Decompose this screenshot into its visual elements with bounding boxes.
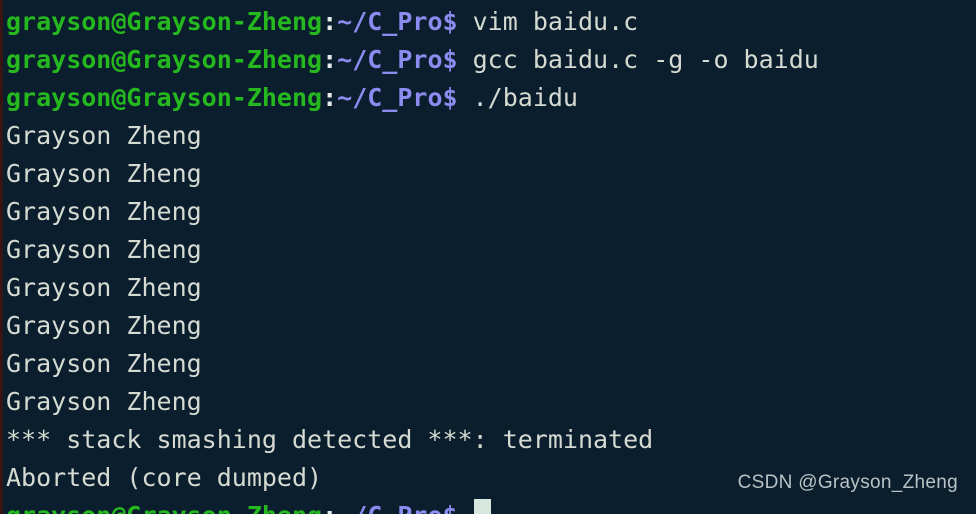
terminal-screen[interactable]: grayson@Grayson-Zheng:~/C_Pro$ vim baidu… [6,3,976,514]
prompt-dollar-sign: $ [442,7,458,36]
terminal-output-text: Grayson Zheng [6,311,202,340]
terminal-prompt-line: grayson@Grayson-Zheng:~/C_Pro$ vim baidu… [6,3,976,41]
prompt-path: ~/C_Pro [337,45,443,74]
terminal-output-text: *** stack smashing detected ***: termina… [6,425,654,454]
terminal-command-text: gcc baidu.c -g -o baidu [472,45,819,74]
terminal-cursor [473,499,491,514]
terminal-output-line: Grayson Zheng [6,231,976,269]
terminal-output-line: Grayson Zheng [6,383,976,421]
terminal-window[interactable]: grayson@Grayson-Zheng:~/C_Pro$ vim baidu… [0,0,976,514]
terminal-output-line: *** stack smashing detected ***: termina… [6,421,976,459]
terminal-output-line: Grayson Zheng [6,307,976,345]
prompt-user-host: grayson@Grayson-Zheng [6,45,323,74]
terminal-prompt-line: grayson@Grayson-Zheng:~/C_Pro$ ./baidu [6,79,976,117]
terminal-output-line: Grayson Zheng [6,269,976,307]
prompt-dollar-sign: $ [443,501,458,514]
terminal-output-text: Grayson Zheng [6,197,202,226]
prompt-user-host: grayson@Grayson-Zheng [6,7,323,36]
prompt-user-host: grayson@Grayson-Zheng [6,83,323,112]
prompt-colon: : [322,83,338,112]
prompt-path: ~/C_Pro [337,7,443,36]
terminal-output-line: Grayson Zheng [6,155,976,193]
terminal-output-text: Grayson Zheng [6,349,202,378]
prompt-colon: : [322,7,338,36]
prompt-path: ~/C_Pro [337,83,443,112]
terminal-output-text: Grayson Zheng [6,159,202,188]
terminal-left-border [0,0,3,514]
prompt-dollar-sign: $ [442,83,458,112]
terminal-command-text: ./baidu [472,83,578,112]
terminal-output-text: Grayson Zheng [6,235,202,264]
terminal-output-text: Grayson Zheng [6,387,202,416]
csdn-watermark: CSDN @Grayson_Zheng [737,472,958,493]
prompt-colon: : [322,45,338,74]
terminal-output-line: Grayson Zheng [6,193,976,231]
terminal-command-text: vim baidu.c [472,7,639,36]
terminal-output-line: Grayson Zheng [6,117,976,155]
terminal-output-text: Grayson Zheng [6,273,202,302]
prompt-dollar-sign: $ [442,45,458,74]
terminal-prompt-line: grayson@Grayson-Zheng:~/C_Pro$ gcc baidu… [6,41,976,79]
prompt-colon: : [322,501,337,514]
prompt-path: ~/C_Pro [337,501,442,514]
prompt-user-host: grayson@Grayson-Zheng [6,501,322,514]
terminal-output-text: Grayson Zheng [6,121,202,150]
terminal-output-text: Aborted (core dumped) [6,463,323,492]
terminal-output-line: Grayson Zheng [6,345,976,383]
